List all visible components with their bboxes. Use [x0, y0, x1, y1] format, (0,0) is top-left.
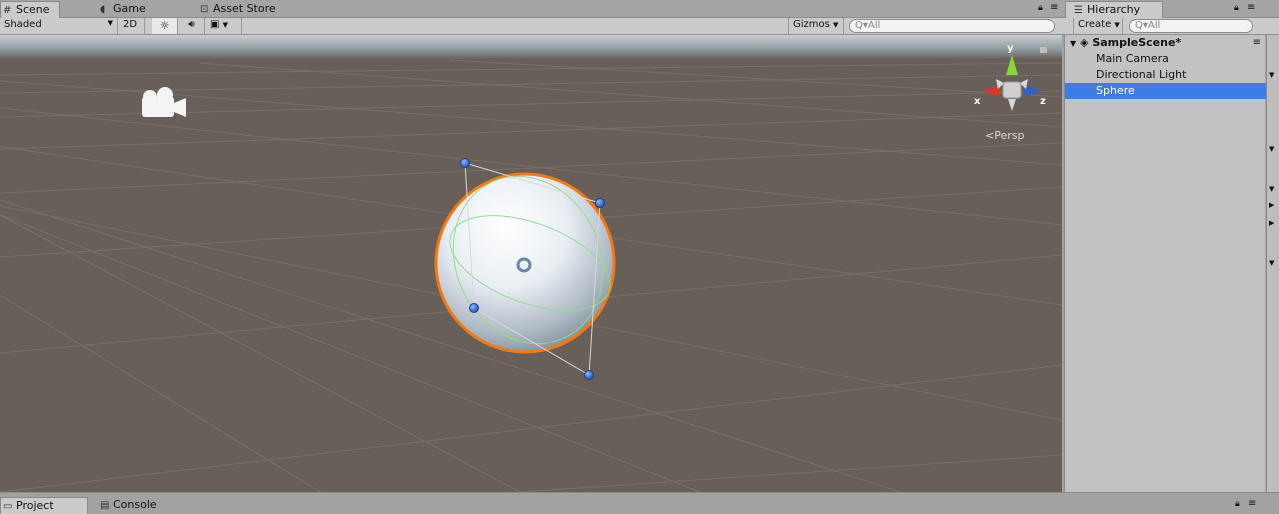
- collapse-arrow-icon[interactable]: ▼: [1269, 145, 1274, 153]
- tab-console[interactable]: ▤ Console: [92, 497, 165, 514]
- dropdown-arrow-icon: ▼: [107, 19, 113, 27]
- bottom-tab-bar: ▭ Project ▤ Console 🔒︎ ≡: [0, 492, 1279, 514]
- rect-handle-top-left[interactable]: [460, 158, 470, 168]
- scene-toolbar: Shaded ▼ 2D ☼ 🔊︎ ▣ ▼ Gizmos ▼ Q▾All: [0, 18, 1062, 35]
- sun-icon: ☼: [159, 19, 170, 32]
- projection-toggle[interactable]: <Persp: [985, 129, 1024, 142]
- tab-hierarchy[interactable]: ☰ Hierarchy: [1065, 1, 1163, 18]
- scene-effects-dropdown[interactable]: ▣ ▼: [206, 18, 242, 34]
- scene-lighting-toggle[interactable]: ☼: [152, 18, 178, 34]
- inspector-panel-edge: ▼ ▼ ▼ ▶ ▶ ▼: [1266, 35, 1279, 492]
- hierarchy-item-main-camera[interactable]: Main Camera: [1065, 51, 1266, 67]
- tab-scene[interactable]: # Scene: [0, 1, 60, 18]
- expand-triangle-icon[interactable]: ▼: [1070, 39, 1076, 48]
- scene-canvas[interactable]: y x z <Persp: [0, 35, 1062, 492]
- lock-icon[interactable]: 🔒︎: [1038, 3, 1043, 13]
- sphere-object[interactable]: [426, 152, 629, 380]
- menu-icon[interactable]: ≡: [1247, 2, 1255, 13]
- rect-handle-bottom-right[interactable]: [584, 370, 594, 380]
- shopping-bag-icon: ⊡: [200, 4, 209, 15]
- mode-2d-button[interactable]: 2D: [119, 18, 145, 34]
- pacman-icon: ◖: [100, 4, 106, 15]
- scene-viewport[interactable]: y x z <Persp: [0, 35, 1062, 492]
- menu-icon[interactable]: ≡: [1050, 2, 1058, 13]
- axis-z-label: z: [1040, 96, 1046, 107]
- scene-tab-bar: # Scene ◖ Game ⊡ Asset Store 🔒︎ ≡: [0, 0, 1062, 18]
- tab-asset-store[interactable]: ⊡ Asset Store: [192, 1, 284, 18]
- chevron-left-icon: <: [985, 129, 994, 142]
- hierarchy-tab-bar: ☰ Hierarchy 🔒︎ ≡: [1062, 0, 1279, 18]
- rect-handle-bottom-left[interactable]: [469, 303, 479, 313]
- axis-y-label: y: [1007, 43, 1014, 54]
- scene-audio-toggle[interactable]: 🔊︎: [179, 18, 205, 34]
- expand-arrow-icon[interactable]: ▶: [1269, 219, 1274, 227]
- hierarchy-toolbar: Create ▼ Q▾All: [1062, 18, 1279, 35]
- draw-mode-dropdown[interactable]: Shaded ▼: [0, 18, 118, 34]
- lock-icon[interactable]: 🔒︎: [1234, 3, 1239, 13]
- gizmo-lock-icon[interactable]: [1040, 47, 1047, 53]
- sky-horizon: [0, 35, 1062, 59]
- hierarchy-search-input[interactable]: Q▾All: [1129, 19, 1253, 33]
- camera-gizmo-icon[interactable]: [142, 87, 186, 117]
- axis-x-cone[interactable]: [982, 85, 1000, 97]
- folder-icon: ▭: [3, 501, 13, 512]
- hierarchy-panel: ▼ ◈ SampleScene* ≡ Main Camera Direction…: [1064, 35, 1266, 492]
- console-icon: ▤: [100, 500, 110, 511]
- collapse-arrow-icon[interactable]: ▼: [1269, 185, 1274, 193]
- axis-x-label: x: [974, 96, 981, 107]
- hierarchy-item-directional-light[interactable]: Directional Light: [1065, 67, 1266, 83]
- dropdown-arrow-icon: ▼: [222, 21, 229, 29]
- collapse-arrow-icon[interactable]: ▼: [1269, 259, 1274, 267]
- image-icon: ▣: [210, 19, 220, 30]
- gizmo-center-cube[interactable]: [1002, 81, 1022, 99]
- dropdown-arrow-icon: ▼: [833, 21, 839, 29]
- rect-handle-top-right[interactable]: [595, 198, 605, 208]
- lock-icon[interactable]: 🔒︎: [1235, 499, 1240, 509]
- collapse-arrow-icon[interactable]: ▼: [1269, 71, 1274, 79]
- hierarchy-item-sphere[interactable]: Sphere: [1065, 83, 1266, 99]
- grid-icon: #: [3, 5, 12, 16]
- create-dropdown[interactable]: Create ▼: [1073, 18, 1123, 34]
- scene-menu-icon[interactable]: ≡: [1253, 35, 1261, 51]
- scene-root-row[interactable]: ▼ ◈ SampleScene* ≡: [1065, 35, 1266, 51]
- tab-game[interactable]: ◖ Game: [92, 1, 154, 18]
- dropdown-arrow-icon: ▼: [1114, 21, 1120, 29]
- gizmos-dropdown[interactable]: Gizmos ▼: [788, 18, 844, 34]
- speaker-icon: 🔊︎: [188, 19, 195, 30]
- expand-arrow-icon[interactable]: ▶: [1269, 201, 1274, 209]
- scene-search-input[interactable]: Q▾All: [849, 19, 1055, 33]
- unity-logo-icon: ◈: [1080, 36, 1089, 49]
- list-icon: ☰: [1074, 5, 1083, 16]
- tab-project[interactable]: ▭ Project: [0, 497, 88, 514]
- menu-icon[interactable]: ≡: [1248, 498, 1256, 509]
